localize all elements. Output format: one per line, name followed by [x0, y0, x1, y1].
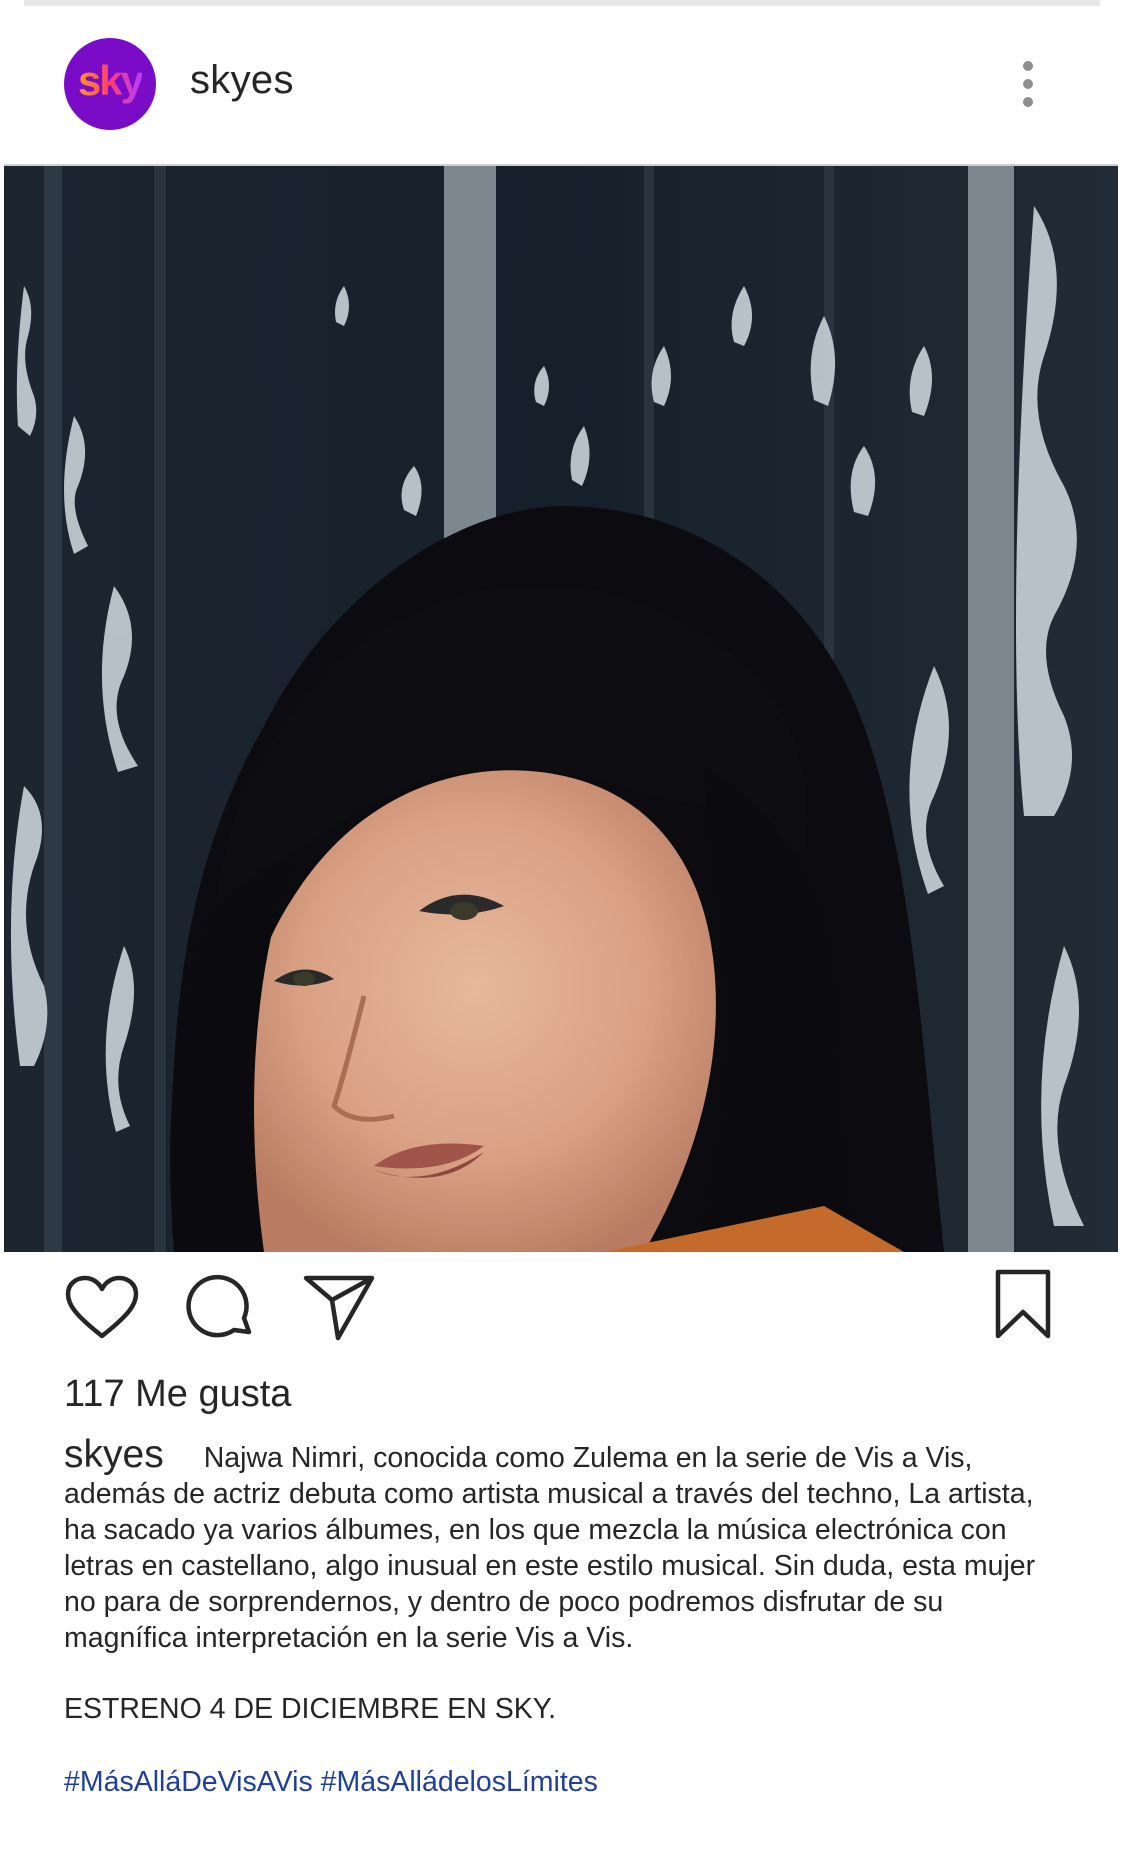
avatar[interactable]: sky	[64, 38, 156, 130]
likes-count[interactable]: 117 Me gusta	[64, 1373, 291, 1416]
sky-logo: sky	[77, 57, 144, 104]
post-caption: skyes Najwa Nimri, conocida como Zulema e…	[64, 1435, 1064, 1656]
post-header: sky skyes	[0, 20, 1128, 165]
hashtag-link[interactable]: #MásAlládelosLímites	[321, 1766, 598, 1798]
post-username[interactable]: skyes	[190, 58, 294, 103]
post-actions	[0, 1262, 1128, 1342]
caption-username[interactable]: skyes	[64, 1433, 164, 1476]
heart-icon[interactable]	[64, 1274, 140, 1345]
top-divider	[24, 0, 1100, 6]
send-icon[interactable]	[302, 1272, 376, 1347]
hashtags: #MásAlláDeVisAVis #MásAlládelosLímites	[64, 1766, 598, 1799]
comment-icon[interactable]	[186, 1272, 256, 1347]
post-photo[interactable]	[4, 164, 1118, 1252]
hashtag-link[interactable]: #MásAlláDeVisAVis	[64, 1766, 313, 1798]
release-text: ESTRENO 4 DE DICIEMBRE EN SKY.	[64, 1693, 557, 1725]
bookmark-icon[interactable]	[994, 1268, 1052, 1345]
more-vertical-icon[interactable]	[1014, 56, 1042, 112]
caption-text: Najwa Nimri, conocida como Zulema en la …	[64, 1442, 1036, 1654]
